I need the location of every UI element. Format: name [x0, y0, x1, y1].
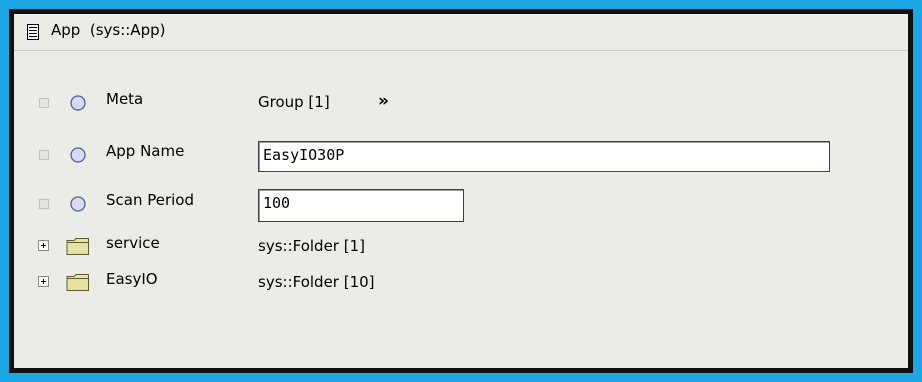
property-row-meta[interactable]: Meta Group [1] » — [14, 85, 908, 119]
property-name: Meta — [106, 90, 144, 108]
property-name: Scan Period — [106, 191, 195, 209]
component-title: App (sys::App) — [51, 21, 166, 39]
expand-icon[interactable] — [38, 276, 49, 287]
folder-icon — [66, 274, 89, 291]
property-row-app-name[interactable]: App Name EasyIO30P — [14, 137, 908, 172]
folder-icon — [66, 238, 89, 255]
property-value: sys::Folder [10] — [258, 273, 375, 291]
property-name: App Name — [106, 142, 185, 160]
slot-icon — [70, 95, 86, 111]
app-window-frame: App (sys::App) Meta Group [1] » App Name… — [9, 9, 913, 373]
row-checkbox[interactable] — [39, 150, 49, 160]
slot-icon — [70, 196, 86, 212]
property-name: EasyIO — [106, 270, 158, 288]
double-chevron-right-icon[interactable]: » — [378, 91, 389, 111]
scan-period-input[interactable]: 100 — [258, 189, 464, 222]
component-header: App (sys::App) — [14, 14, 908, 51]
property-sheet: App (sys::App) Meta Group [1] » App Name… — [14, 14, 908, 368]
row-checkbox[interactable] — [39, 98, 49, 108]
document-icon — [27, 24, 39, 40]
property-row-scan-period[interactable]: Scan Period 100 — [14, 186, 908, 222]
property-name: service — [106, 234, 160, 252]
property-value: sys::Folder [1] — [258, 237, 365, 255]
property-row-service[interactable]: service sys::Folder [1] — [14, 229, 908, 263]
property-row-easyio[interactable]: EasyIO sys::Folder [10] — [14, 265, 908, 299]
app-name-input[interactable]: EasyIO30P — [258, 141, 830, 172]
expand-icon[interactable] — [38, 240, 49, 251]
property-value: Group [1] — [258, 93, 330, 111]
row-checkbox[interactable] — [39, 199, 49, 209]
slot-icon — [70, 147, 86, 163]
